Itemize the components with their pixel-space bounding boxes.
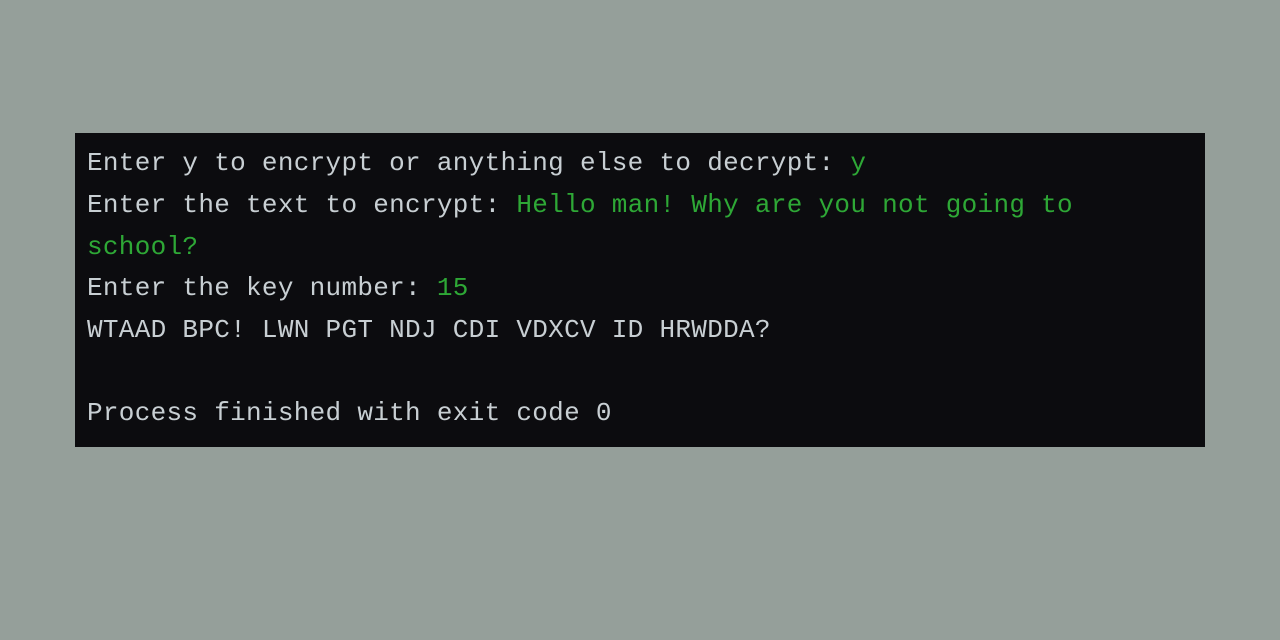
prompt-text: Enter y to encrypt or anything else to d…: [87, 148, 850, 178]
terminal-line-text-prompt: Enter the text to encrypt: Hello man! Wh…: [87, 185, 1193, 268]
terminal-exit-message: Process finished with exit code 0: [87, 393, 1193, 435]
terminal-line-encrypt-prompt: Enter y to encrypt or anything else to d…: [87, 143, 1193, 185]
terminal-blank-line: [87, 351, 1193, 393]
terminal-output-encrypted: WTAAD BPC! LWN PGT NDJ CDI VDXCV ID HRWD…: [87, 310, 1193, 352]
prompt-text: Enter the key number:: [87, 273, 437, 303]
user-input-mode: y: [850, 148, 866, 178]
terminal-output: Enter y to encrypt or anything else to d…: [75, 133, 1205, 446]
prompt-text: Enter the text to encrypt:: [87, 190, 516, 220]
terminal-line-key-prompt: Enter the key number: 15: [87, 268, 1193, 310]
user-input-key: 15: [437, 273, 469, 303]
